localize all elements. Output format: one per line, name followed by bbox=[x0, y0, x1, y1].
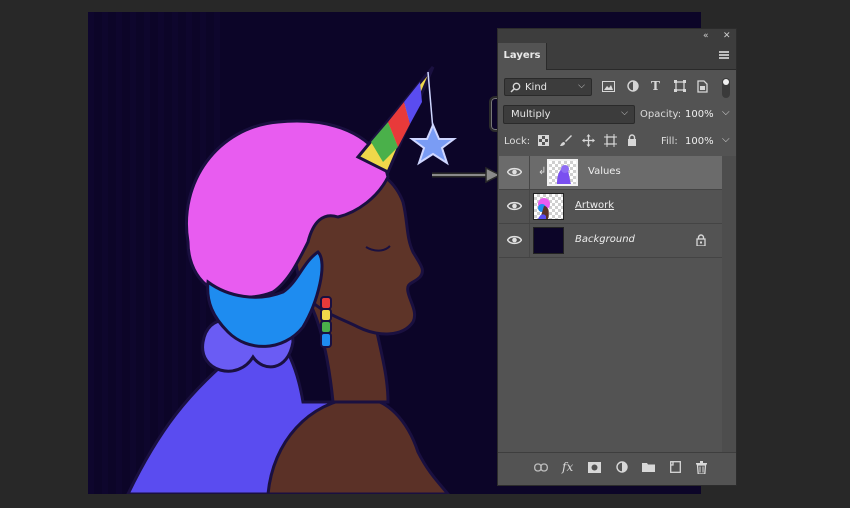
layer-row-artwork[interactable]: Artwork bbox=[499, 190, 722, 224]
layers-panel: « ✕ Layers Kind ⌵ T Multiply ⌵ Opacity: … bbox=[497, 28, 737, 486]
lock-all-icon[interactable] bbox=[627, 134, 637, 146]
lock-artboard-icon[interactable] bbox=[604, 134, 617, 147]
new-layer-icon[interactable] bbox=[670, 461, 681, 473]
trash-icon[interactable] bbox=[696, 461, 707, 474]
layer-name-background[interactable]: Background bbox=[575, 234, 635, 245]
panel-tabbar: Layers bbox=[498, 43, 736, 70]
layer-row-background[interactable]: Background bbox=[499, 224, 722, 258]
chevron-down-icon: ⌵ bbox=[621, 108, 628, 118]
layers-list: ↲ Values Artwork Background bbox=[499, 156, 722, 258]
chevron-down-icon: ⌵ bbox=[578, 81, 585, 91]
visibility-eye-icon[interactable] bbox=[507, 234, 522, 246]
lock-paint-icon[interactable] bbox=[560, 134, 572, 146]
tab-layers[interactable]: Layers bbox=[498, 43, 547, 70]
star-string bbox=[427, 71, 434, 131]
blend-mode-value: Multiply bbox=[511, 109, 551, 120]
fx-icon[interactable]: fx bbox=[562, 460, 573, 474]
layer-lock-icon bbox=[696, 234, 706, 246]
chevron-down-icon[interactable]: ⌵ bbox=[722, 134, 730, 145]
layer-name-artwork[interactable]: Artwork bbox=[575, 200, 614, 211]
kind-filter-label: Kind bbox=[525, 82, 548, 93]
blend-mode-select[interactable]: Multiply ⌵ bbox=[503, 105, 635, 124]
lock-label: Lock: bbox=[504, 136, 531, 147]
shape-filter-icon[interactable] bbox=[674, 80, 686, 92]
fill-field[interactable]: 100% bbox=[685, 136, 714, 147]
lock-position-icon[interactable] bbox=[582, 134, 595, 147]
kind-filter-select[interactable]: Kind ⌵ bbox=[504, 78, 592, 96]
layer-name-values[interactable]: Values bbox=[588, 166, 621, 177]
chevron-down-icon[interactable]: ⌵ bbox=[722, 107, 730, 118]
layer-thumbnail-artwork bbox=[533, 193, 564, 220]
opacity-field[interactable]: 100% bbox=[685, 109, 714, 120]
opacity-label: Opacity: bbox=[640, 109, 682, 120]
collapse-panel-icon[interactable]: « bbox=[703, 29, 709, 43]
visibility-eye-icon[interactable] bbox=[507, 200, 522, 212]
group-folder-icon[interactable] bbox=[642, 462, 655, 472]
link-layers-icon[interactable] bbox=[534, 463, 548, 472]
fill-label: Fill: bbox=[661, 136, 678, 147]
visibility-eye-icon[interactable] bbox=[507, 166, 522, 178]
layer-mask-icon[interactable] bbox=[588, 462, 601, 473]
layers-bottom-toolbar: fx bbox=[498, 452, 736, 485]
close-panel-icon[interactable]: ✕ bbox=[723, 29, 731, 43]
layer-thumbnail-background bbox=[533, 227, 564, 254]
adjustment-filter-icon[interactable] bbox=[627, 80, 639, 92]
pointer-arrow bbox=[432, 166, 502, 184]
search-icon bbox=[510, 82, 521, 93]
lock-transparent-icon[interactable] bbox=[538, 135, 549, 146]
star-charm bbox=[409, 122, 457, 166]
earring bbox=[320, 296, 332, 348]
filter-toggle-icon[interactable] bbox=[722, 78, 730, 98]
hamburger-menu-icon[interactable] bbox=[719, 51, 729, 59]
image-filter-icon[interactable] bbox=[602, 81, 615, 92]
layers-scrollbar[interactable] bbox=[722, 156, 736, 453]
layer-thumbnail-values bbox=[547, 159, 578, 186]
adjustment-layer-icon[interactable] bbox=[616, 461, 628, 473]
clipping-mask-icon: ↲ bbox=[538, 166, 547, 177]
panel-titlebar: « ✕ bbox=[498, 29, 736, 44]
smart-object-filter-icon[interactable] bbox=[697, 80, 708, 93]
layer-row-values[interactable]: ↲ Values bbox=[499, 156, 722, 190]
type-filter-icon[interactable]: T bbox=[651, 79, 660, 93]
